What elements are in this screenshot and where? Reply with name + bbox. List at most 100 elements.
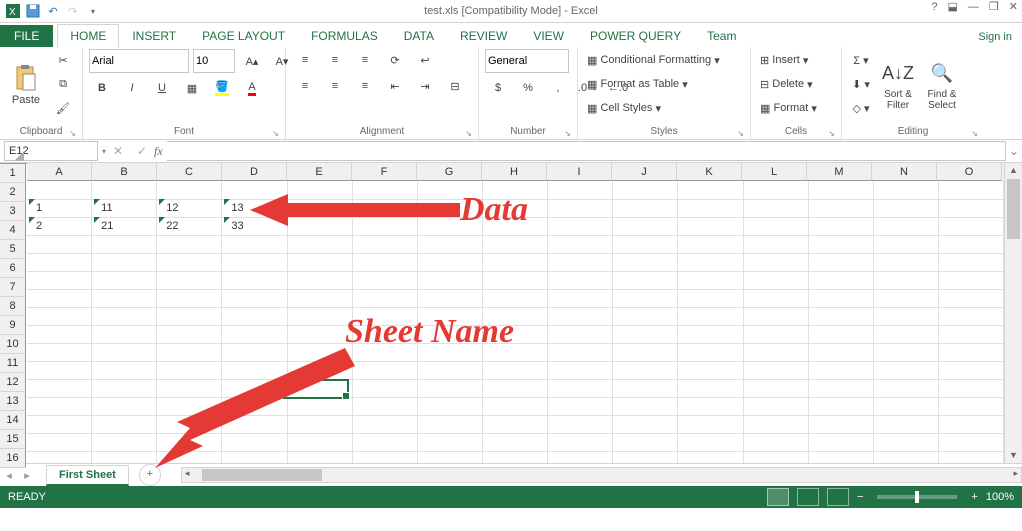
cell[interactable] <box>157 379 222 398</box>
vscroll-thumb[interactable] <box>1007 179 1020 239</box>
cell[interactable] <box>92 253 157 272</box>
cell[interactable] <box>353 253 418 272</box>
cell[interactable] <box>353 361 418 380</box>
cell[interactable] <box>548 433 613 452</box>
cell[interactable] <box>744 397 809 416</box>
cell[interactable] <box>418 361 483 380</box>
bold-button[interactable]: B <box>89 77 115 99</box>
row-header[interactable]: 8 <box>0 297 26 316</box>
cell[interactable] <box>353 217 418 236</box>
cell[interactable] <box>157 325 222 344</box>
cell[interactable] <box>744 253 809 272</box>
cell-styles-button[interactable]: ▦ Cell Styles ▾ <box>584 97 740 119</box>
row-header[interactable]: 12 <box>0 373 26 392</box>
cell[interactable] <box>222 181 287 200</box>
cell[interactable] <box>548 235 613 254</box>
col-header[interactable]: I <box>547 163 612 181</box>
cell[interactable] <box>353 181 418 200</box>
cell[interactable] <box>874 289 939 308</box>
cell[interactable] <box>809 343 874 362</box>
tab-team[interactable]: Team <box>694 24 749 47</box>
grow-font-button[interactable]: A▴ <box>239 50 265 72</box>
minimize-button[interactable]: — <box>968 1 979 13</box>
cell[interactable] <box>27 433 92 452</box>
cell[interactable] <box>353 289 418 308</box>
cell[interactable] <box>678 451 743 463</box>
format-cells-button[interactable]: ▦ Format ▾ <box>757 97 833 119</box>
close-button[interactable]: ✕ <box>1009 0 1018 13</box>
cell[interactable] <box>613 289 678 308</box>
cell[interactable] <box>27 451 92 463</box>
cell[interactable] <box>222 289 287 308</box>
cell[interactable] <box>678 199 743 218</box>
formula-input[interactable] <box>167 141 1006 161</box>
font-name-select[interactable] <box>89 49 189 73</box>
cell[interactable] <box>939 253 1004 272</box>
row-header[interactable]: 3 <box>0 202 26 221</box>
scroll-up-icon[interactable]: ▲ <box>1005 163 1022 178</box>
cell[interactable] <box>157 307 222 326</box>
paste-button[interactable]: Paste <box>6 62 46 106</box>
cell[interactable] <box>744 379 809 398</box>
cell[interactable]: 2 <box>27 217 92 236</box>
cell[interactable] <box>92 235 157 254</box>
cell[interactable] <box>157 397 222 416</box>
zoom-level[interactable]: 100% <box>986 491 1014 503</box>
cell[interactable] <box>613 451 678 463</box>
row-header[interactable]: 7 <box>0 278 26 297</box>
cell[interactable] <box>353 307 418 326</box>
cell[interactable] <box>874 415 939 434</box>
cell[interactable] <box>678 289 743 308</box>
cell[interactable] <box>939 199 1004 218</box>
cell[interactable] <box>744 289 809 308</box>
cell[interactable] <box>418 199 483 218</box>
cell[interactable] <box>874 181 939 200</box>
cell[interactable] <box>418 451 483 463</box>
decrease-indent-button[interactable]: ⇤ <box>382 75 408 97</box>
horizontal-scrollbar[interactable]: ◂ ▸ <box>181 467 1022 483</box>
cell[interactable] <box>483 307 548 326</box>
cell[interactable] <box>27 397 92 416</box>
align-bottom-button[interactable]: ≡ <box>352 49 378 71</box>
align-middle-button[interactable]: ≡ <box>322 49 348 71</box>
col-header[interactable]: B <box>92 163 157 181</box>
cell[interactable] <box>939 217 1004 236</box>
cell[interactable] <box>809 235 874 254</box>
col-header[interactable]: G <box>417 163 482 181</box>
cell[interactable] <box>678 343 743 362</box>
cell[interactable] <box>613 433 678 452</box>
cell[interactable] <box>157 271 222 290</box>
cell[interactable] <box>809 271 874 290</box>
cell[interactable] <box>353 235 418 254</box>
cell[interactable] <box>222 235 287 254</box>
cell[interactable] <box>27 271 92 290</box>
row-header[interactable]: 4 <box>0 221 26 240</box>
cell[interactable] <box>874 307 939 326</box>
cell[interactable] <box>613 307 678 326</box>
cell[interactable] <box>157 433 222 452</box>
cell[interactable] <box>222 361 287 380</box>
cell[interactable] <box>613 181 678 200</box>
row-header[interactable]: 1 <box>0 164 26 183</box>
cell[interactable] <box>483 289 548 308</box>
italic-button[interactable]: I <box>119 77 145 99</box>
cell[interactable] <box>353 343 418 362</box>
cell[interactable] <box>744 415 809 434</box>
cell[interactable]: 22 <box>157 217 222 236</box>
cell[interactable] <box>92 343 157 362</box>
col-header[interactable]: O <box>937 163 1002 181</box>
cell[interactable] <box>874 397 939 416</box>
cancel-formula-icon[interactable]: ✕ <box>106 144 130 158</box>
cell[interactable] <box>483 271 548 290</box>
cell[interactable] <box>288 343 353 362</box>
cell[interactable] <box>483 253 548 272</box>
cell[interactable] <box>548 217 613 236</box>
cell[interactable] <box>874 325 939 344</box>
cell[interactable] <box>27 379 92 398</box>
sign-in-link[interactable]: Sign in <box>968 27 1022 47</box>
cell[interactable] <box>157 415 222 434</box>
vertical-scrollbar[interactable]: ▲ ▼ <box>1004 163 1022 463</box>
cell[interactable] <box>613 361 678 380</box>
cell[interactable] <box>418 289 483 308</box>
cell[interactable] <box>483 361 548 380</box>
